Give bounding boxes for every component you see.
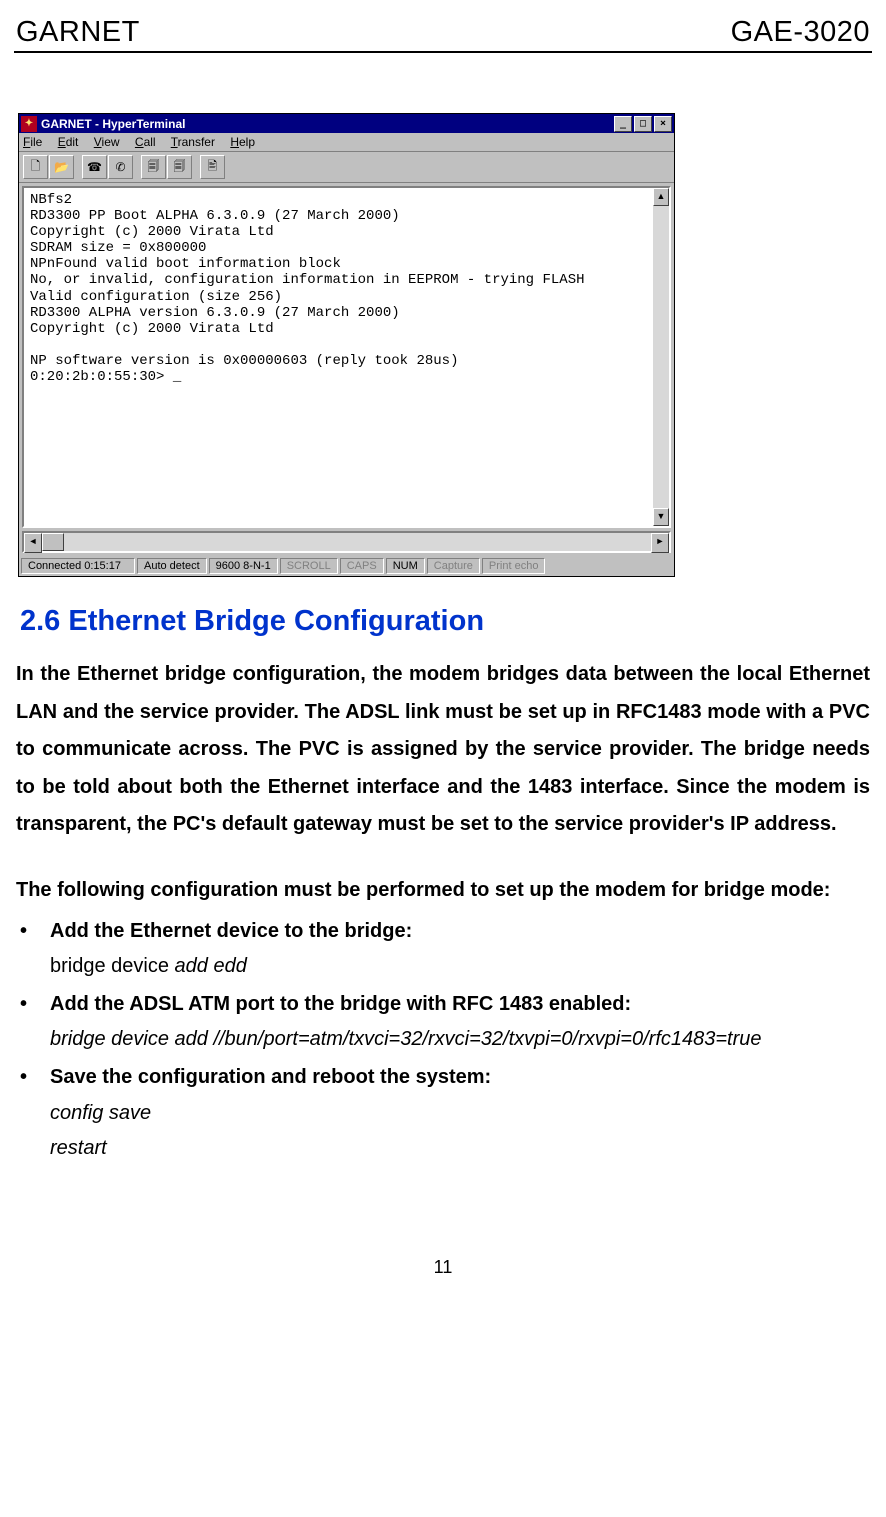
horizontal-scrollbar[interactable]: ◄ ► [22,531,671,553]
send-icon[interactable]: 🗐 [141,155,166,179]
scroll-thumb[interactable] [42,533,64,551]
bullet-dot: • [20,914,27,950]
toolbar: 🗋 📂 ☎ ✆ 🗐 🗐 🖹 [19,152,674,183]
terminal-output[interactable]: NBfs2 RD3300 PP Boot ALPHA 6.3.0.9 (27 M… [24,188,653,526]
list-item: • Add the ADSL ATM port to the bridge wi… [16,987,870,1058]
list-item: • Save the configuration and reboot the … [16,1060,870,1167]
bullet-dot: • [20,987,27,1023]
window-title: GARNET - HyperTerminal [41,117,612,131]
vertical-scrollbar[interactable]: ▲ ▼ [653,188,669,526]
menu-transfer[interactable]: Transfer [171,135,215,149]
menubar: File Edit View Call Transfer Help [19,133,674,152]
menu-help[interactable]: Help [230,135,255,149]
scroll-track-h[interactable] [64,533,651,551]
status-printecho: Print echo [482,558,546,574]
status-num: NUM [386,558,425,574]
header-left: GARNET [16,16,140,49]
header-right: GAE-3020 [731,16,870,49]
command-text-italic: add edd [175,955,247,977]
scroll-left-icon[interactable]: ◄ [24,533,42,553]
scroll-right-icon[interactable]: ► [651,533,669,553]
statusbar: Connected 0:15:17 Auto detect 9600 8-N-1… [19,556,674,576]
command-text: bridge device [50,955,175,977]
status-scroll: SCROLL [280,558,338,574]
menu-call[interactable]: Call [135,135,156,149]
menu-view[interactable]: View [94,135,120,149]
paragraph-1: In the Ethernet bridge configuration, th… [16,656,870,844]
scroll-up-icon[interactable]: ▲ [653,188,669,206]
app-icon: ✦ [21,116,37,132]
status-caps: CAPS [340,558,384,574]
scroll-track[interactable] [653,206,669,508]
menu-edit[interactable]: Edit [58,135,79,149]
scroll-down-icon[interactable]: ▼ [653,508,669,526]
command-text: config save [50,1102,151,1124]
page-number: 11 [14,1257,872,1290]
bullet-head: Add the Ethernet device to the bridge: [50,920,412,942]
close-button[interactable]: × [654,116,672,132]
command-text: restart [50,1137,107,1159]
menu-file[interactable]: File [23,135,42,149]
hyperterminal-window: ✦ GARNET - HyperTerminal _ □ × File Edit… [18,113,675,577]
bullet-dot: • [20,1060,27,1096]
bullet-head: Add the ADSL ATM port to the bridge with… [50,993,631,1015]
properties-icon[interactable]: 🖹 [200,155,225,179]
header-rule [14,51,872,53]
bullet-head: Save the configuration and reboot the sy… [50,1066,491,1088]
paragraph-2: The following configuration must be perf… [16,872,870,910]
receive-icon[interactable]: 🗐 [167,155,192,179]
open-icon[interactable]: 📂 [49,155,74,179]
status-baud: 9600 8-N-1 [209,558,278,574]
status-capture: Capture [427,558,480,574]
new-doc-icon[interactable]: 🗋 [23,155,48,179]
minimize-button[interactable]: _ [614,116,632,132]
bullet-list: • Add the Ethernet device to the bridge:… [14,914,872,1167]
maximize-button[interactable]: □ [634,116,652,132]
section-heading: 2.6 Ethernet Bridge Configuration [20,605,872,638]
disconnect-icon[interactable]: ✆ [108,155,133,179]
status-connected: Connected 0:15:17 [21,558,135,574]
command-text: bridge device add //bun/port=atm/txvci=3… [50,1028,762,1050]
connect-icon[interactable]: ☎ [82,155,107,179]
titlebar[interactable]: ✦ GARNET - HyperTerminal _ □ × [19,114,674,133]
list-item: • Add the Ethernet device to the bridge:… [16,914,870,985]
status-detect: Auto detect [137,558,207,574]
